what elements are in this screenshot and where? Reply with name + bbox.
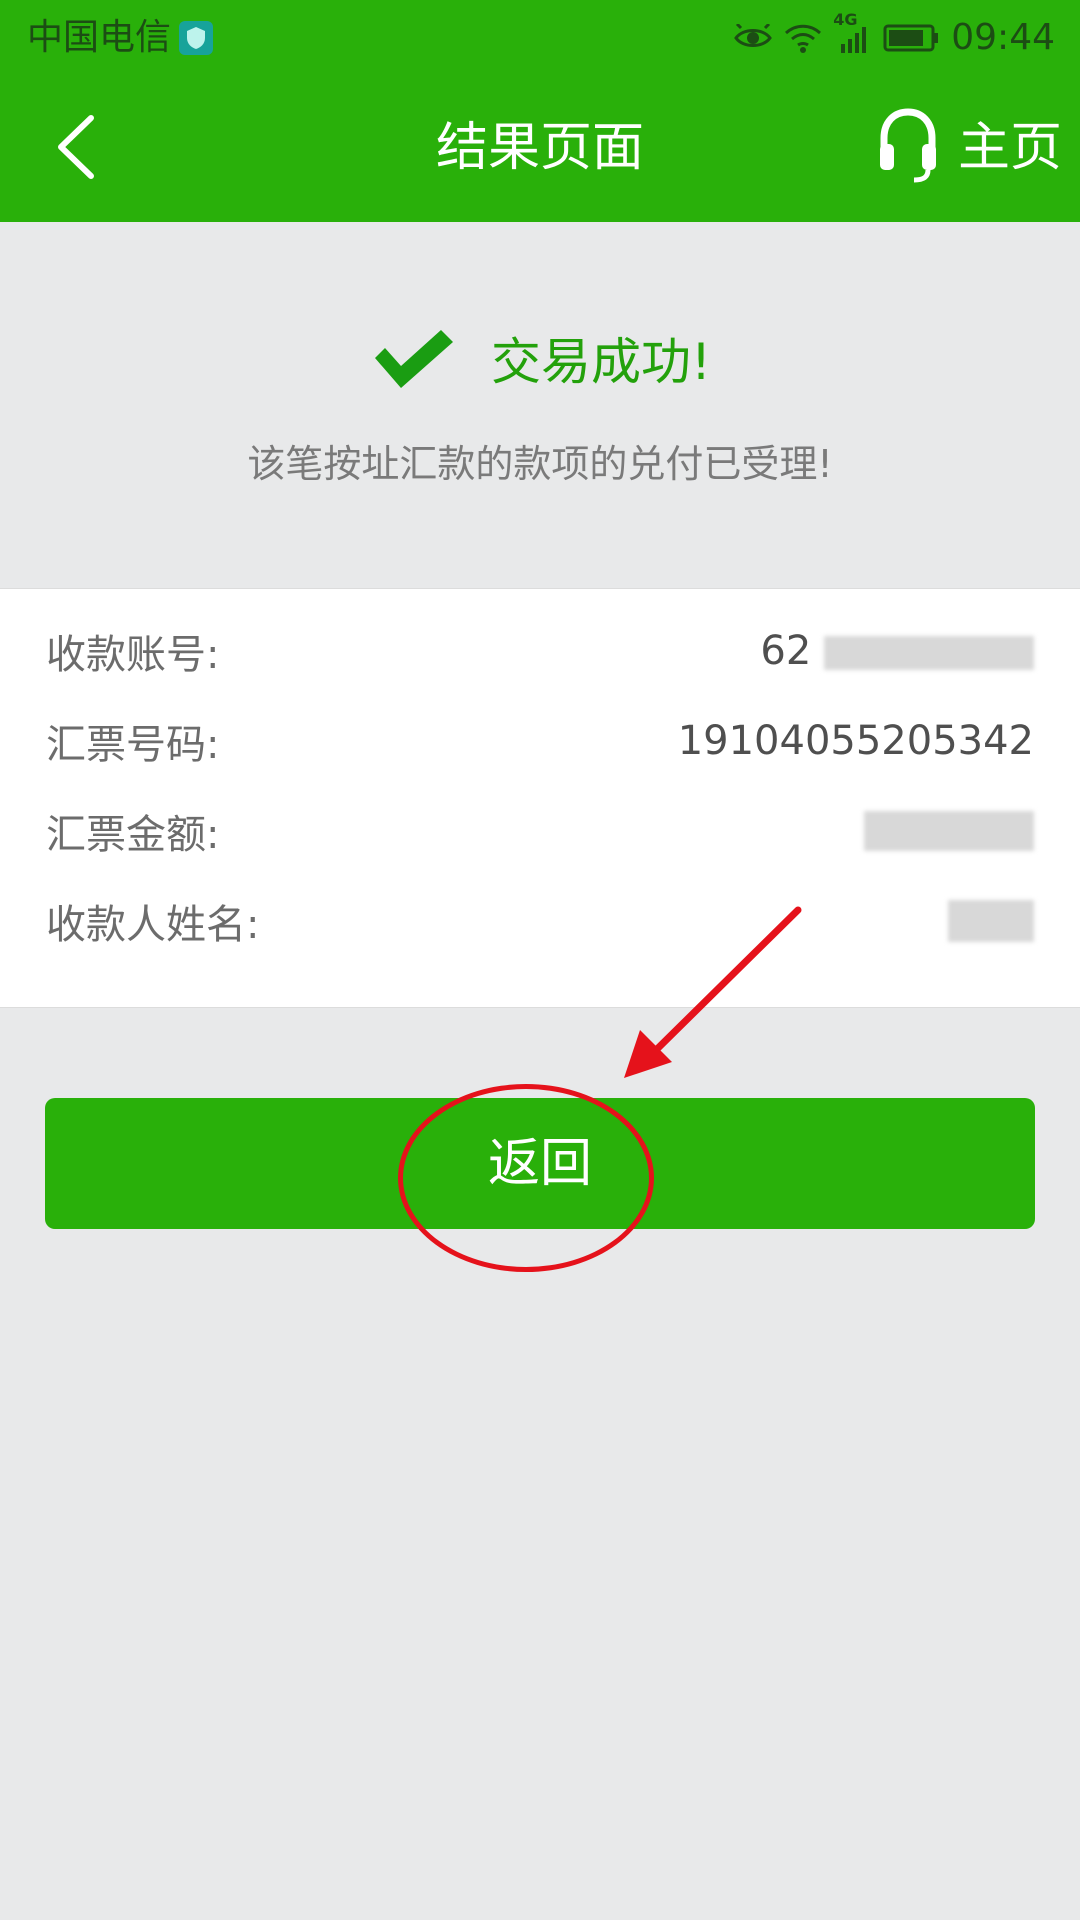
cellular-signal-icon: 4G bbox=[833, 11, 873, 55]
detail-row-draft-number: 汇票号码: 19104055205342 bbox=[46, 711, 1034, 771]
masked-amount-block bbox=[864, 811, 1034, 851]
detail-row-account: 收款账号: 62 bbox=[46, 621, 1034, 681]
detail-label: 收款账号: bbox=[46, 632, 220, 678]
annotation-arrow bbox=[600, 902, 810, 1096]
masked-account-block bbox=[824, 636, 1034, 670]
success-row: 交易成功! bbox=[0, 328, 1080, 396]
checkmark-icon bbox=[369, 328, 457, 396]
headset-icon bbox=[876, 108, 940, 188]
detail-label: 收款人姓名: bbox=[46, 902, 260, 948]
detail-row-amount: 汇票金额: bbox=[46, 801, 1034, 861]
home-button[interactable]: 主页 bbox=[876, 106, 1062, 190]
shield-icon bbox=[179, 21, 214, 55]
detail-value-draft-number: 19104055205342 bbox=[677, 718, 1034, 764]
wifi-icon bbox=[783, 22, 823, 54]
detail-row-payee: 收款人姓名: bbox=[46, 891, 1034, 951]
detail-label: 汇票号码: bbox=[46, 722, 220, 768]
result-summary: 交易成功! 该笔按址汇款的款项的兑付已受理! bbox=[0, 222, 1080, 588]
eye-icon bbox=[733, 24, 773, 52]
status-bar: 中国电信 4G 09:44 bbox=[0, 0, 1080, 76]
status-left: 中国电信 bbox=[27, 14, 214, 62]
masked-payee-block bbox=[948, 900, 1034, 942]
success-description: 该笔按址汇款的款项的兑付已受理! bbox=[247, 442, 833, 486]
carrier-label: 中国电信 bbox=[27, 17, 172, 58]
detail-value-account: 62 bbox=[760, 628, 1034, 674]
home-label: 主页 bbox=[957, 118, 1062, 178]
battery-icon bbox=[883, 23, 941, 53]
transaction-details: 收款账号: 62 汇票号码: 19104055205342 汇票金额: 收款人姓… bbox=[0, 588, 1080, 1008]
success-title: 交易成功! bbox=[490, 333, 712, 391]
navigation-bar: 结果页面 主页 bbox=[0, 76, 1080, 222]
clock: 09:44 bbox=[951, 17, 1055, 58]
status-right: 4G 09:44 bbox=[733, 11, 1055, 62]
network-type-label: 4G bbox=[833, 10, 858, 29]
annotation-circle bbox=[398, 1084, 654, 1272]
detail-label: 汇票金额: bbox=[46, 812, 220, 858]
